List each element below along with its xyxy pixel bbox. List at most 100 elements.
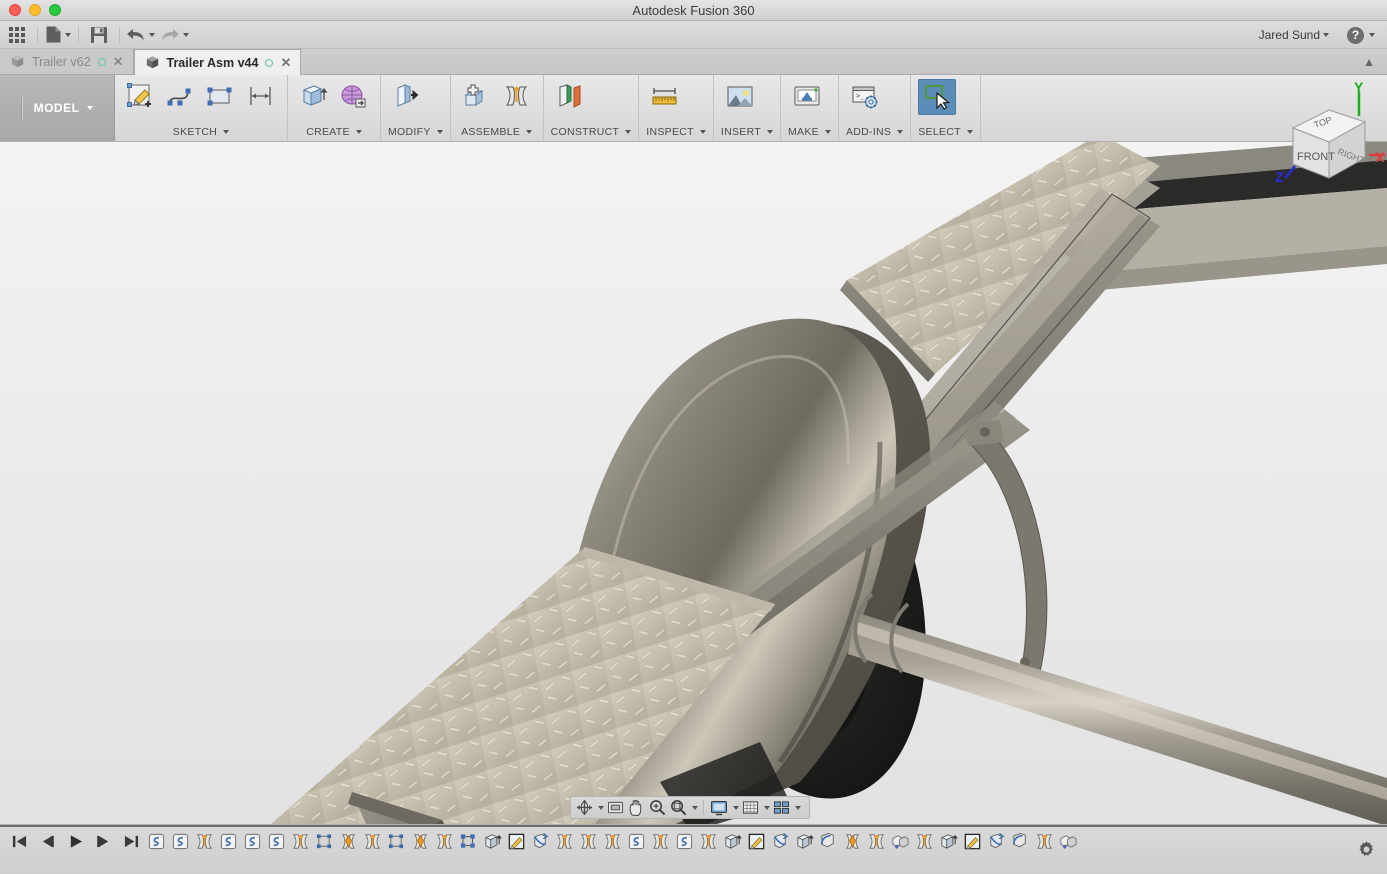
- joint-icon[interactable]: [498, 79, 536, 115]
- document-tab-2[interactable]: Trailer Asm v44 ✕: [133, 49, 302, 75]
- joint-icon[interactable]: [577, 828, 599, 854]
- play-icon[interactable]: [62, 829, 88, 853]
- display-settings-icon[interactable]: [709, 798, 729, 817]
- comments-bar[interactable]: COMMENTS: [6, 797, 302, 816]
- joint-icon[interactable]: [553, 828, 575, 854]
- undo-icon[interactable]: [123, 22, 157, 48]
- expand-triangle-icon[interactable]: [16, 176, 23, 186]
- sketch-icon[interactable]: [241, 828, 263, 854]
- panel-resize-grip[interactable]: [293, 801, 296, 812]
- revolve-icon[interactable]: [769, 828, 791, 854]
- panel-label[interactable]: MAKE: [788, 125, 831, 139]
- panel-label[interactable]: ADD-INS: [846, 125, 904, 139]
- scripts-addins-icon[interactable]: >_: [846, 79, 884, 115]
- extrude-icon[interactable]: [295, 79, 333, 115]
- joint-icon[interactable]: [601, 828, 623, 854]
- panel-label[interactable]: SKETCH: [122, 125, 280, 139]
- sketch-icon[interactable]: [217, 828, 239, 854]
- panel-label[interactable]: INSPECT: [646, 125, 706, 139]
- create-sketch-icon[interactable]: [122, 79, 160, 115]
- panel-label[interactable]: SELECT: [918, 125, 973, 139]
- activate-radio-icon[interactable]: [168, 174, 182, 188]
- chevron-down-icon[interactable]: [733, 805, 739, 810]
- chevron-down-icon[interactable]: [692, 805, 698, 810]
- joint-icon[interactable]: [913, 828, 935, 854]
- panel-label[interactable]: MODIFY: [388, 125, 443, 139]
- redo-icon[interactable]: [157, 22, 191, 48]
- fillet-icon[interactable]: [1009, 828, 1031, 854]
- document-tab-1[interactable]: Trailer v62 ✕: [0, 49, 134, 74]
- joint-icon[interactable]: [697, 828, 719, 854]
- rigid-group-icon[interactable]: [889, 828, 911, 854]
- go-to-beginning-icon[interactable]: [6, 829, 32, 853]
- save-icon[interactable]: [82, 22, 116, 48]
- collapse-ribbon-chevron-icon[interactable]: ▲: [1363, 55, 1375, 69]
- chevron-down-icon[interactable]: [764, 805, 770, 810]
- select-cursor-icon[interactable]: [918, 79, 957, 115]
- zoom-window-icon[interactable]: [668, 798, 688, 817]
- panel-label[interactable]: CREATE: [295, 125, 373, 139]
- go-to-end-icon[interactable]: [118, 829, 144, 853]
- extrude-icon[interactable]: [937, 828, 959, 854]
- 3d-print-icon[interactable]: [788, 79, 826, 115]
- minimize-panel-icon[interactable]: [278, 148, 289, 159]
- panel-label[interactable]: CONSTRUCT: [551, 125, 632, 139]
- measure-icon[interactable]: [646, 79, 684, 115]
- step-forward-icon[interactable]: [90, 829, 116, 853]
- panel-label[interactable]: INSERT: [721, 125, 773, 139]
- joint-icon[interactable]: [1033, 828, 1055, 854]
- sketch-edit-icon[interactable]: [961, 828, 983, 854]
- as-built-joint-icon[interactable]: [409, 828, 431, 854]
- browser-header[interactable]: ◀◀ BROWSER: [6, 145, 302, 162]
- sketch-icon[interactable]: [673, 828, 695, 854]
- fit-icon[interactable]: [605, 798, 625, 817]
- sketch-edit-icon[interactable]: [745, 828, 767, 854]
- viewports-icon[interactable]: [771, 798, 791, 817]
- timeline-settings-icon[interactable]: [1355, 838, 1377, 860]
- sketch-icon[interactable]: [625, 828, 647, 854]
- sketch-icon[interactable]: [265, 828, 287, 854]
- browser-tree-root[interactable]: Trailer Asm v44: [0, 171, 308, 191]
- form-icon[interactable]: [335, 79, 373, 115]
- pattern-icon[interactable]: [313, 828, 335, 854]
- joint-icon[interactable]: [193, 828, 215, 854]
- sketch-edit-icon[interactable]: [505, 828, 527, 854]
- press-pull-icon[interactable]: [388, 79, 426, 115]
- new-file-icon[interactable]: [41, 22, 75, 48]
- revolve-icon[interactable]: [985, 828, 1007, 854]
- user-account-menu[interactable]: Jared Sund: [1259, 21, 1329, 49]
- extrude-icon[interactable]: [481, 828, 503, 854]
- chevron-down-icon[interactable]: [598, 805, 604, 810]
- panel-label[interactable]: ASSEMBLE: [458, 125, 536, 139]
- offset-plane-icon[interactable]: [551, 79, 589, 115]
- panel-resize-grip[interactable]: [293, 148, 296, 159]
- collapse-left-icon[interactable]: ◀◀: [12, 148, 25, 159]
- pan-icon[interactable]: [626, 798, 646, 817]
- joint-icon[interactable]: [433, 828, 455, 854]
- extrude-icon[interactable]: [721, 828, 743, 854]
- orbit-icon[interactable]: [574, 798, 594, 817]
- as-built-joint-icon[interactable]: [337, 828, 359, 854]
- joint-icon[interactable]: [865, 828, 887, 854]
- insert-image-icon[interactable]: [721, 79, 759, 115]
- tree-item-content[interactable]: Trailer Asm v44: [27, 171, 187, 191]
- revolve-icon[interactable]: [529, 828, 551, 854]
- rectangle-icon[interactable]: [202, 79, 240, 115]
- as-built-joint-icon[interactable]: [841, 828, 863, 854]
- step-back-icon[interactable]: [34, 829, 60, 853]
- new-component-icon[interactable]: [458, 79, 496, 115]
- close-icon[interactable]: ✕: [280, 56, 291, 69]
- component-group-icon[interactable]: [457, 828, 479, 854]
- zoom-icon[interactable]: [647, 798, 667, 817]
- fillet-icon[interactable]: [817, 828, 839, 854]
- dimension-icon[interactable]: [242, 79, 280, 115]
- joint-icon[interactable]: [649, 828, 671, 854]
- workspace-switcher[interactable]: MODEL: [0, 75, 115, 141]
- pattern-icon[interactable]: [385, 828, 407, 854]
- help-menu[interactable]: ?: [1347, 21, 1375, 49]
- sketch-icon[interactable]: [169, 828, 191, 854]
- chevron-down-icon[interactable]: [795, 805, 801, 810]
- close-icon[interactable]: ✕: [113, 55, 124, 68]
- extrude-icon[interactable]: [793, 828, 815, 854]
- rigid-group-icon[interactable]: [1057, 828, 1079, 854]
